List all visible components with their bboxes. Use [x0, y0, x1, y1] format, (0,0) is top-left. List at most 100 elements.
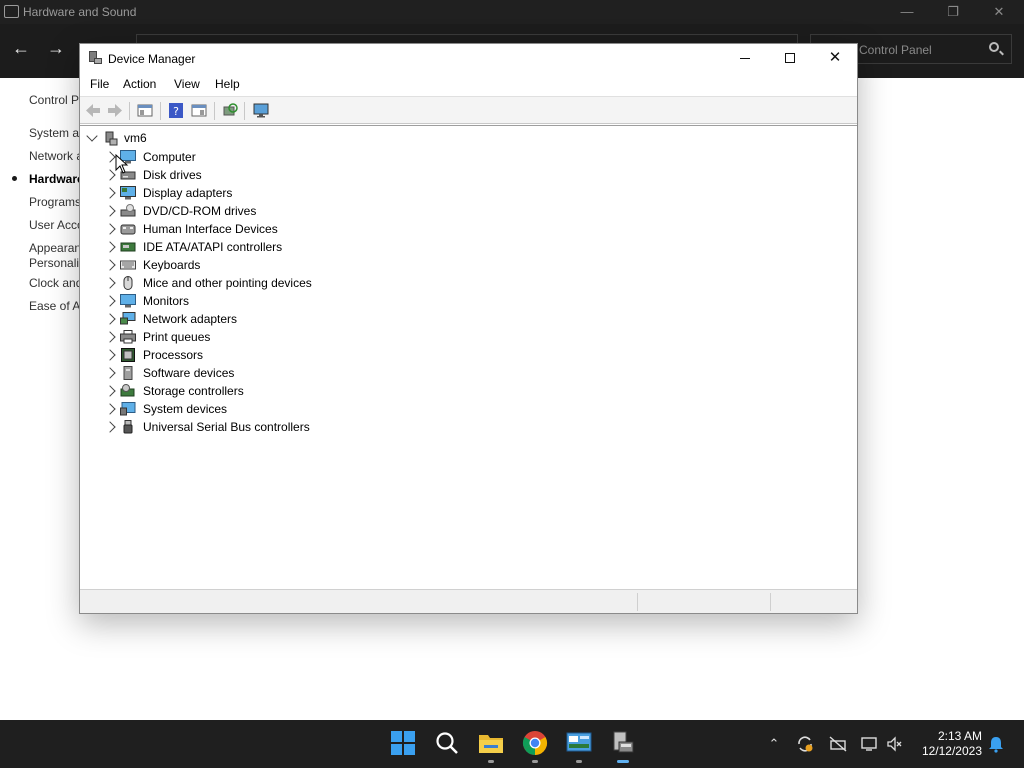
tree-node-display-adapters[interactable]: Display adapters — [104, 185, 406, 203]
start-windows-icon[interactable] — [390, 730, 416, 756]
tree-node-monitors[interactable]: Monitors — [104, 293, 406, 311]
chevron-right-icon[interactable] — [104, 205, 116, 217]
chevron-right-icon[interactable] — [104, 403, 116, 415]
clock-date: 12/12/2023 — [921, 744, 982, 758]
sidebar-item-ease-of-access[interactable]: Ease of Ac — [29, 299, 86, 313]
close-button[interactable]: ✕ — [812, 44, 857, 74]
tree-node-network-adapters[interactable]: Network adapters — [104, 311, 406, 329]
node-label: IDE ATA/ATAPI controllers — [143, 240, 283, 254]
expand-chevron-down-icon[interactable] — [86, 130, 98, 142]
tree-node-ide-controllers[interactable]: IDE ATA/ATAPI controllers — [104, 239, 406, 257]
sidebar-item-programs[interactable]: Programs — [29, 195, 81, 209]
chrome-icon[interactable] — [522, 730, 548, 756]
tree-node-system-devices[interactable]: System devices — [104, 401, 406, 419]
sidebar-item-appearance-line2[interactable]: Personaliz — [29, 256, 85, 270]
running-indicator — [488, 760, 494, 763]
sidebar-item-system[interactable]: System ar — [29, 126, 83, 140]
back-icon[interactable] — [85, 103, 101, 118]
chevron-right-icon[interactable] — [104, 151, 116, 163]
help-icon[interactable]: ? — [168, 103, 184, 118]
sidebar-item-control-panel-home[interactable]: Control P — [29, 93, 79, 107]
tree-node-dvd-drives[interactable]: DVD/CD-ROM drives — [104, 203, 406, 221]
node-label: Computer — [143, 150, 196, 164]
properties-icon[interactable] — [191, 103, 207, 118]
network-status-icon[interactable] — [829, 735, 847, 753]
chevron-right-icon[interactable] — [104, 421, 116, 433]
sidebar-item-hardware[interactable]: Hardware — [29, 172, 84, 186]
chevron-right-icon[interactable] — [104, 295, 116, 307]
back-arrow-icon[interactable]: ← — [11, 38, 31, 58]
search-icon[interactable] — [434, 730, 460, 756]
processor-icon — [121, 348, 135, 362]
tree-node-keyboards[interactable]: Keyboards — [104, 257, 406, 275]
dvd-drive-icon — [120, 204, 136, 217]
running-indicator — [576, 760, 582, 763]
clock-time: 2:13 AM — [937, 729, 982, 743]
toolbar-separator — [214, 102, 215, 120]
minimize-button[interactable] — [722, 44, 768, 74]
menu-bar: File Action View Help — [80, 74, 857, 96]
window-title: Device Manager — [108, 52, 196, 66]
display-devices-icon[interactable] — [253, 103, 269, 118]
tree-node-usb-controllers[interactable]: Universal Serial Bus controllers — [104, 419, 406, 437]
notification-bell-icon[interactable] — [987, 735, 1005, 753]
menu-file[interactable]: File — [90, 77, 109, 91]
sync-icon[interactable] — [796, 735, 814, 753]
taskbar-clock[interactable]: 2:13 AM 12/12/2023 — [920, 729, 982, 759]
cp-close-button[interactable]: ✕ — [976, 2, 1022, 22]
file-explorer-icon[interactable] — [478, 730, 504, 756]
hid-icon — [120, 224, 136, 235]
menu-help[interactable]: Help — [215, 77, 240, 91]
toolbar-separator — [160, 102, 161, 120]
volume-muted-icon[interactable] — [886, 735, 904, 753]
show-hidden-icons-chevron-up-icon[interactable]: ⌃ — [765, 735, 783, 753]
toolbar-separator — [129, 102, 130, 120]
node-label: Display adapters — [143, 186, 233, 200]
device-manager-titlebar[interactable]: Device Manager ✕ — [80, 44, 857, 74]
chevron-right-icon[interactable] — [104, 349, 116, 361]
tree-node-processors[interactable]: Processors — [104, 347, 406, 365]
chevron-right-icon[interactable] — [104, 313, 116, 325]
tree-node-disk-drives[interactable]: Disk drives — [104, 167, 406, 185]
chevron-right-icon[interactable] — [104, 241, 116, 253]
chevron-right-icon[interactable] — [104, 367, 116, 379]
chevron-right-icon[interactable] — [104, 277, 116, 289]
tree-node-print-queues[interactable]: Print queues — [104, 329, 406, 347]
sidebar-item-user-accounts[interactable]: User Acco — [29, 218, 84, 232]
sidebar-item-appearance[interactable]: Appearan — [29, 241, 81, 255]
menu-action[interactable]: Action — [123, 77, 156, 91]
control-panel-taskbar-icon[interactable] — [566, 730, 592, 756]
forward-icon[interactable] — [107, 103, 123, 118]
chevron-right-icon[interactable] — [104, 223, 116, 235]
mouse-cursor-icon — [115, 154, 129, 174]
cp-minimize-button[interactable]: — — [884, 2, 930, 22]
chevron-right-icon[interactable] — [104, 331, 116, 343]
sidebar-item-clock[interactable]: Clock and — [29, 276, 82, 290]
show-hide-console-tree-icon[interactable] — [137, 103, 153, 118]
device-manager-taskbar-icon[interactable] — [610, 730, 636, 756]
cp-restore-button[interactable]: ❐ — [930, 2, 976, 22]
tree-node-storage-controllers[interactable]: Storage controllers — [104, 383, 406, 401]
search-icon[interactable] — [989, 42, 999, 52]
close-icon: ✕ — [828, 49, 842, 66]
tree-node-mice[interactable]: Mice and other pointing devices — [104, 275, 406, 293]
forward-arrow-icon[interactable]: → — [46, 38, 66, 58]
running-indicator — [532, 760, 538, 763]
status-divider — [770, 593, 771, 611]
menu-view[interactable]: View — [174, 77, 200, 91]
tree-node-computer[interactable]: Computer — [104, 149, 406, 167]
scan-hardware-icon[interactable] — [222, 103, 238, 118]
display-icon[interactable] — [860, 735, 878, 753]
software-device-icon — [123, 366, 133, 380]
tree-node-software-devices[interactable]: Software devices — [104, 365, 406, 383]
node-label: Software devices — [143, 366, 235, 380]
maximize-button[interactable] — [767, 44, 813, 74]
sidebar-item-network[interactable]: Network a — [29, 149, 83, 163]
chevron-right-icon[interactable] — [104, 187, 116, 199]
tree-node-human-interface-devices[interactable]: Human Interface Devices — [104, 221, 406, 239]
chevron-right-icon[interactable] — [104, 169, 116, 181]
chevron-right-icon[interactable] — [104, 259, 116, 271]
chevron-right-icon[interactable] — [104, 385, 116, 397]
device-manager-window: Device Manager ✕ File Action View Help ?… — [79, 43, 858, 614]
minimize-icon — [740, 57, 750, 59]
